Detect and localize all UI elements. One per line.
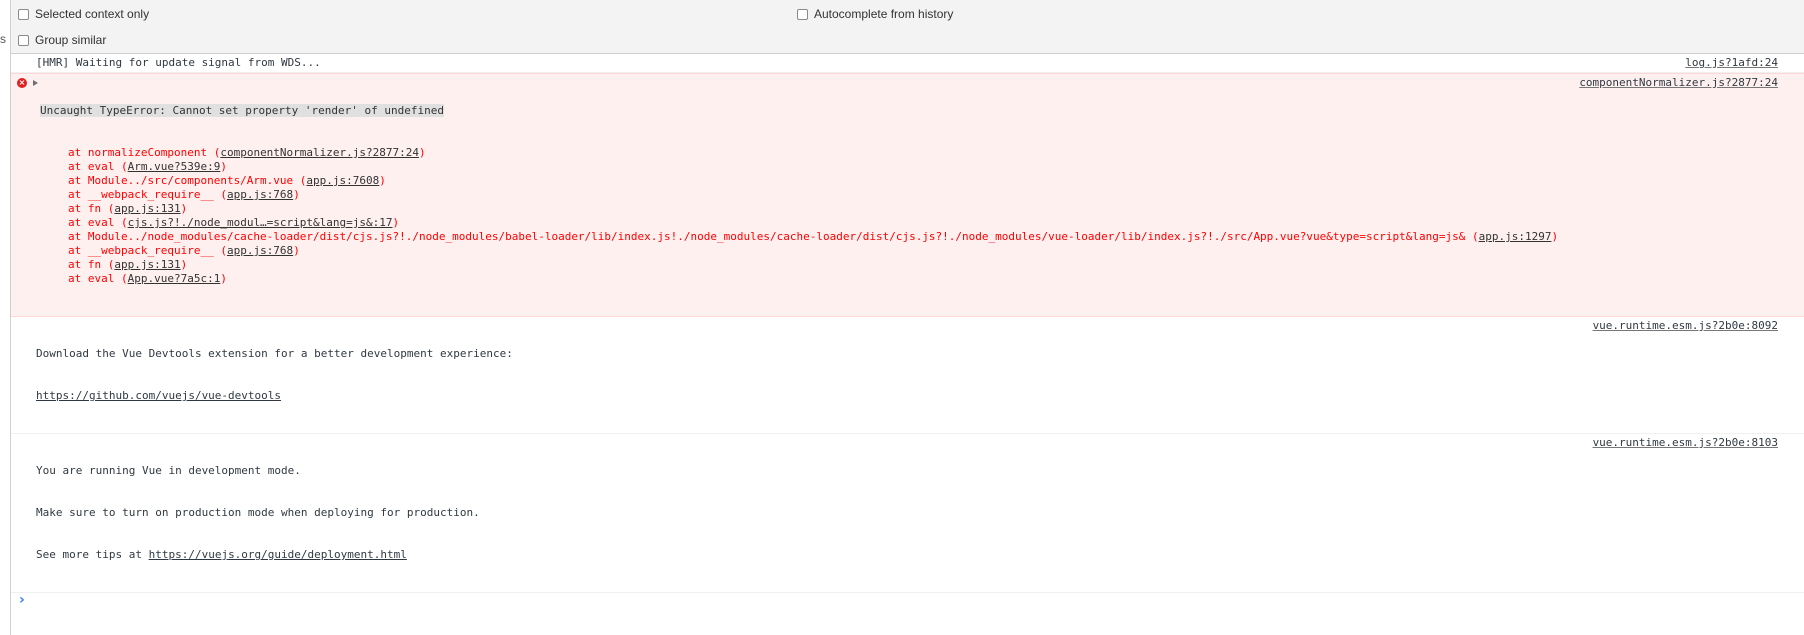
- stack-frame-link[interactable]: cjs.js?!./node_modul…=script&lang=js&:17: [128, 216, 393, 229]
- stack-frame: at eval (App.vue?7a5c:1): [40, 272, 1804, 286]
- message-source-link[interactable]: log.js?1afd:24: [1685, 56, 1778, 70]
- message-source-link[interactable]: vue.runtime.esm.js?2b0e:8103: [1593, 436, 1778, 450]
- selected-context-only-option[interactable]: Selected context only: [18, 6, 149, 22]
- devtools-console: s Selected context only Autocomplete fro…: [0, 0, 1804, 635]
- stack-frame-text: at eval (: [68, 216, 128, 229]
- stack-frame-link[interactable]: app.js:1297: [1479, 230, 1552, 243]
- stack-frame-link[interactable]: app.js:131: [114, 202, 180, 215]
- stack-frame-close: ): [180, 258, 188, 271]
- message-text: [HMR] Waiting for update signal from WDS…: [36, 56, 321, 69]
- stack-frame-link[interactable]: app.js:7608: [306, 174, 379, 187]
- stack-frame-text: at Module../src/components/Arm.vue (: [68, 174, 307, 187]
- stack-frame-text: at __webpack_require__ (: [68, 188, 227, 201]
- console-input[interactable]: ›: [11, 593, 1804, 611]
- console-message-devtools: Download the Vue Devtools extension for …: [11, 317, 1804, 434]
- stack-frame-link[interactable]: Arm.vue?539e:9: [128, 160, 221, 173]
- console-panel: Selected context only Autocomplete from …: [11, 0, 1804, 635]
- stack-frame: at __webpack_require__ (app.js:768): [40, 244, 1804, 258]
- left-panel-edge: s: [0, 0, 11, 635]
- stack-frame: at eval (Arm.vue?539e:9): [40, 160, 1804, 174]
- error-source-link[interactable]: componentNormalizer.js?2877:24: [1579, 76, 1778, 90]
- stack-frame-text: at eval (: [68, 272, 128, 285]
- message-text-line3: See more tips at: [36, 548, 149, 561]
- message-body: Download the Vue Devtools extension for …: [36, 319, 1804, 431]
- stack-frame: at Module../src/components/Arm.vue (app.…: [40, 174, 1804, 188]
- console-message-hmr: [HMR] Waiting for update signal from WDS…: [11, 54, 1804, 73]
- console-settings: Selected context only Autocomplete from …: [11, 0, 1804, 54]
- autocomplete-from-history-label: Autocomplete from history: [814, 7, 954, 21]
- stack-frame-close: ): [293, 188, 300, 201]
- console-messages: [HMR] Waiting for update signal from WDS…: [11, 54, 1804, 611]
- stack-frame-close: ): [180, 202, 188, 215]
- stack-frame-close: ): [1551, 230, 1559, 243]
- stack-frame-text: at normalizeComponent (: [68, 146, 221, 159]
- console-message-devmode: You are running Vue in development mode.…: [11, 434, 1804, 593]
- stack-frame-text: at fn (: [68, 258, 115, 271]
- message-text: Download the Vue Devtools extension for …: [36, 347, 513, 360]
- stack-frame: at __webpack_require__ (app.js:768): [40, 188, 1804, 202]
- stack-frame-link[interactable]: app.js:131: [114, 258, 180, 271]
- stack-frame: at Module../node_modules/cache-loader/di…: [40, 230, 1804, 244]
- stack-frame-link[interactable]: app.js:768: [227, 188, 293, 201]
- devtools-link[interactable]: https://github.com/vuejs/vue-devtools: [36, 389, 1804, 403]
- stack-frame-close: ): [419, 146, 426, 159]
- deployment-guide-link[interactable]: https://vuejs.org/guide/deployment.html: [149, 548, 407, 561]
- message-text-line1: You are running Vue in development mode.: [36, 464, 301, 477]
- stack-frame-close: ): [293, 244, 300, 257]
- prompt-chevron-icon: ›: [19, 592, 25, 608]
- stack-frame-close: ): [220, 272, 227, 285]
- truncated-label: s: [0, 32, 6, 46]
- stack-frame-text: at __webpack_require__ (: [68, 244, 227, 257]
- stack-frame: at fn (app.js:131): [40, 202, 1804, 216]
- group-similar-label: Group similar: [35, 33, 107, 47]
- stack-frame-close: ): [392, 216, 400, 229]
- selected-context-only-checkbox[interactable]: [18, 8, 29, 20]
- stack-frame-close: ): [379, 174, 386, 187]
- message-body: You are running Vue in development mode.…: [36, 436, 1804, 590]
- stack-frame-link[interactable]: app.js:768: [227, 244, 293, 257]
- stack-frame: at eval (cjs.js?!./node_modul…=script&la…: [40, 216, 1804, 230]
- group-similar-option[interactable]: Group similar: [18, 32, 106, 48]
- stack-frame: at fn (app.js:131): [40, 258, 1804, 272]
- stack-frame-close: ): [220, 160, 227, 173]
- stack-frame-text: at eval (: [68, 160, 128, 173]
- error-body: Uncaught TypeError: Cannot set property …: [40, 76, 1804, 314]
- selected-context-only-label: Selected context only: [35, 7, 150, 21]
- error-icon: ×: [17, 78, 27, 88]
- group-similar-checkbox[interactable]: [18, 34, 29, 46]
- autocomplete-from-history-checkbox[interactable]: [797, 8, 808, 20]
- error-title[interactable]: Uncaught TypeError: Cannot set property …: [40, 104, 444, 117]
- stack-frame-text: at Module../node_modules/cache-loader/di…: [68, 230, 1479, 243]
- stack-frame: at normalizeComponent (componentNormaliz…: [40, 146, 1804, 160]
- message-source-link[interactable]: vue.runtime.esm.js?2b0e:8092: [1593, 319, 1778, 333]
- console-message-error: × Uncaught TypeError: Cannot set propert…: [11, 73, 1804, 317]
- stack-frame-link[interactable]: componentNormalizer.js?2877:24: [220, 146, 419, 159]
- autocomplete-from-history-option[interactable]: Autocomplete from history: [797, 6, 953, 22]
- message-text-line2: Make sure to turn on production mode whe…: [36, 506, 480, 519]
- expand-triangle-icon[interactable]: [33, 80, 38, 86]
- stack-frame-text: at fn (: [68, 202, 115, 215]
- stack-trace: at normalizeComponent (componentNormaliz…: [40, 146, 1804, 286]
- stack-frame-link[interactable]: App.vue?7a5c:1: [128, 272, 221, 285]
